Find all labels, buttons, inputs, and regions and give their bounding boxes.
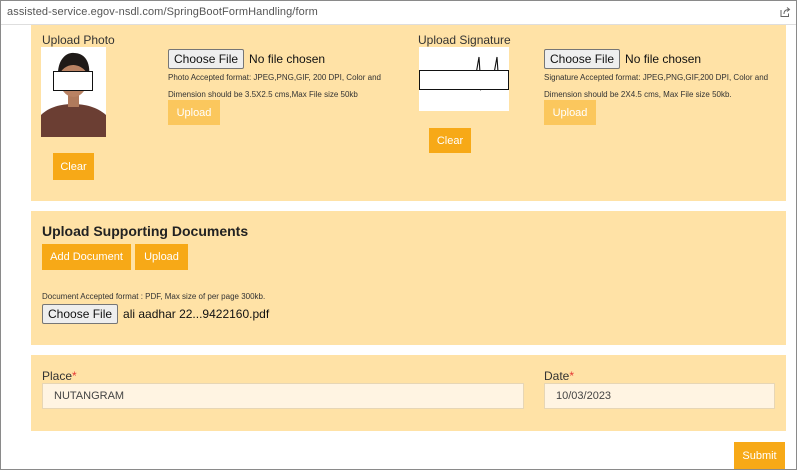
photo-upload-button[interactable]: Upload xyxy=(168,100,220,125)
address-bar[interactable]: assisted-service.egov-nsdl.com/SpringBoo… xyxy=(1,1,796,25)
signature-clear-button[interactable]: Clear xyxy=(429,128,471,153)
redaction-box xyxy=(419,70,509,90)
signature-upload-button[interactable]: Upload xyxy=(544,100,596,125)
signature-file-status: No file chosen xyxy=(625,52,702,66)
required-mark: * xyxy=(569,369,575,383)
signature-file-input[interactable]: Choose File No file chosen xyxy=(544,49,701,69)
upload-signature-label: Upload Signature xyxy=(418,33,511,47)
url-text[interactable]: assisted-service.egov-nsdl.com/SpringBoo… xyxy=(7,6,318,18)
browser-window: assisted-service.egov-nsdl.com/SpringBoo… xyxy=(0,0,797,470)
photo-file-status: No file chosen xyxy=(249,52,326,66)
redaction-box xyxy=(53,71,93,91)
document-file-input[interactable]: Choose File ali aadhar 22...9422160.pdf xyxy=(42,304,269,324)
add-document-button[interactable]: Add Document xyxy=(42,244,131,270)
signature-preview xyxy=(419,47,509,111)
photo-file-input[interactable]: Choose File No file chosen xyxy=(168,49,325,69)
photo-choose-file-button[interactable]: Choose File xyxy=(168,49,245,69)
photo-signature-panel: Upload Photo Clear Choose File No file c… xyxy=(31,25,786,201)
upload-photo-label: Upload Photo xyxy=(42,33,115,47)
place-input[interactable]: NUTANGRAM xyxy=(42,383,524,409)
document-format-hint: Document Accepted format : PDF, Max size… xyxy=(42,292,266,301)
photo-clear-button[interactable]: Clear xyxy=(53,153,94,180)
place-date-panel: Place* NUTANGRAM Date* 10/03/2023 xyxy=(31,355,786,431)
supporting-documents-title: Upload Supporting Documents xyxy=(42,223,249,239)
date-label: Date* xyxy=(544,369,575,383)
photo-format-hint: Photo Accepted format: JPEG,PNG,GIF, 200… xyxy=(168,73,381,99)
share-icon[interactable] xyxy=(779,6,791,18)
photo-preview xyxy=(41,47,106,137)
document-upload-button[interactable]: Upload xyxy=(135,244,188,270)
document-file-name: ali aadhar 22...9422160.pdf xyxy=(123,307,270,321)
supporting-documents-panel: Upload Supporting Documents Add Document… xyxy=(31,211,786,345)
date-input[interactable]: 10/03/2023 xyxy=(544,383,775,409)
submit-button[interactable]: Submit xyxy=(734,442,785,469)
person-photo xyxy=(41,47,106,137)
place-label: Place* xyxy=(42,369,77,383)
required-mark: * xyxy=(72,369,77,383)
signature-choose-file-button[interactable]: Choose File xyxy=(544,49,621,69)
document-choose-file-button[interactable]: Choose File xyxy=(42,304,119,324)
signature-format-hint: Signature Accepted format: JPEG,PNG,GIF,… xyxy=(544,73,769,99)
